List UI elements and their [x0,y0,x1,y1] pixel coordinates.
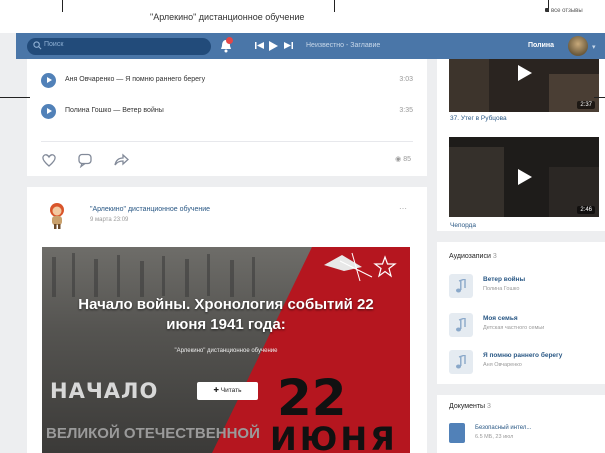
track-duration: 3:03 [399,76,413,83]
more-options-icon[interactable]: ⋯ [399,204,407,213]
document-meta: 6.5 МБ, 23 июл [475,434,514,440]
divider [41,141,413,142]
notification-badge [226,37,233,44]
views-value: 85 [403,156,411,163]
search-icon [33,41,42,50]
top-strip: "Арлекино" дистанционное обучение все от… [0,0,605,33]
right-sidebar: 2:37 37. Утег в Рубцова 2:46 Чепорда Ауд… [437,59,605,453]
banner-title-line1: Начало войны. Хронология событий 22 [78,296,374,313]
document-icon [449,423,465,443]
documents-count: 3 [487,403,491,410]
banner-big-number: 22 [277,369,347,427]
audio-title: Ветер войны [483,276,526,283]
play-button[interactable] [41,73,56,88]
play-button[interactable] [41,104,56,119]
play-icon [518,65,532,81]
audio-artist: Детская частного семьи [483,325,545,331]
now-playing-title[interactable]: Неизвестно - Заглавие [306,42,380,49]
tick-mark [62,0,63,12]
heart-icon[interactable] [41,152,57,168]
video-thumbnail[interactable]: 2:46 [449,137,599,217]
community-avatar[interactable] [45,201,69,229]
audio-track[interactable]: Полина Гошко — Ветер войны 3:35 [41,104,413,120]
read-button-label: Читать [220,387,242,394]
top-nav-bar: Поиск Неизвестно - Заглавие Полина ▾ [16,33,605,59]
read-button[interactable]: ✚ Читать [197,382,258,400]
video-thumbnail[interactable]: 2:37 [449,59,599,112]
video-title[interactable]: Чепорда [450,222,476,229]
read-icon: ✚ [213,387,221,394]
eye-icon: ◉ [395,156,404,163]
audio-item[interactable]: Моя семья Детская частного семьи [449,313,599,339]
chevron-down-icon[interactable]: ▾ [592,43,596,51]
share-icon[interactable] [113,152,129,168]
notifications-button[interactable] [219,37,233,54]
search-placeholder: Поиск [44,41,64,48]
bullet-icon [545,8,549,13]
post-card: "Арлекино" дистанционное обучение 9 март… [27,187,427,453]
edge-mark [594,97,605,98]
next-track-icon[interactable] [284,41,293,50]
comment-icon[interactable] [77,152,93,168]
audio-item[interactable]: Ветер войны Полина Гошко [449,274,599,300]
audio-header[interactable]: Аудиозаписи 3 [449,253,497,260]
views-count: ◉ 85 [395,155,411,163]
audio-artist: Полина Гошко [483,286,520,292]
document-name: Безопасный интел... [475,425,532,431]
search-input[interactable]: Поиск [27,38,211,55]
track-title[interactable]: Полина Гошко — Ветер войны [65,107,164,114]
audio-item[interactable]: Я помню раннего берегу Аня Овчаренко [449,350,599,376]
audio-header-label: Аудиозаписи [449,253,491,260]
play-icon [518,169,532,185]
documents-block: Документы 3 Безопасный интел... 6.5 МБ, … [437,395,605,453]
banner-big-text: НАЧАЛО [50,379,159,403]
music-note-icon [449,274,473,298]
banner-title: Начало войны. Хронология событий 22 июня … [42,295,410,335]
tick-mark [334,0,335,12]
track-title[interactable]: Аня Овчаренко — Я помню раннего берегу [65,76,205,83]
audio-title: Моя семья [483,315,518,322]
video-duration: 2:46 [577,206,595,214]
audio-title: Я помню раннего берегу [483,352,563,359]
banner-big-text-2: ВЕЛИКОЙ ОТЕЧЕСТВЕННОЙ [46,425,260,442]
edge-mark [0,97,30,98]
audio-track[interactable]: Аня Овчаренко — Я помню раннего берегу 3… [41,73,413,89]
banner-subtitle: "Арлекино" дистанционное обучение [174,348,278,354]
document-item[interactable]: Безопасный интел... 6.5 МБ, 23 июл [449,423,599,449]
avatar[interactable] [568,36,588,56]
screenshot-frame: "Арлекино" дистанционное обучение все от… [0,0,605,453]
track-duration: 3:35 [399,107,413,114]
prev-track-icon[interactable] [255,41,264,50]
all-reviews-label: все отзывы [551,8,583,14]
post-card: Аня Овчаренко — Я помню раннего берегу 3… [27,59,427,176]
play-icon[interactable] [269,41,278,51]
documents-header-label: Документы [449,403,486,410]
audio-artist: Аня Овчаренко [483,362,522,368]
videos-block: 2:37 37. Утег в Рубцова 2:46 Чепорда [437,59,605,231]
documents-header[interactable]: Документы 3 [449,403,491,410]
strip-title: "Арлекино" дистанционное обучение [150,12,305,22]
audio-block: Аудиозаписи 3 Ветер войны Полина Гошко М… [437,242,605,384]
music-note-icon [449,350,473,374]
music-note-icon [449,313,473,337]
post-author[interactable]: "Арлекино" дистанционное обучение [90,206,210,213]
audio-count: 3 [492,253,497,260]
article-banner[interactable]: Начало войны. Хронология событий 22 июня … [42,247,410,453]
video-title[interactable]: 37. Утег в Рубцова [450,115,507,122]
banner-big-month: ИЮНЯ [270,420,398,453]
video-duration: 2:37 [577,101,595,109]
banner-title-line2: июня 1941 года: [166,316,286,333]
post-date[interactable]: 9 марта 23:09 [90,217,128,223]
user-name[interactable]: Полина [528,42,554,49]
all-reviews-link[interactable]: все отзывы [545,8,583,14]
